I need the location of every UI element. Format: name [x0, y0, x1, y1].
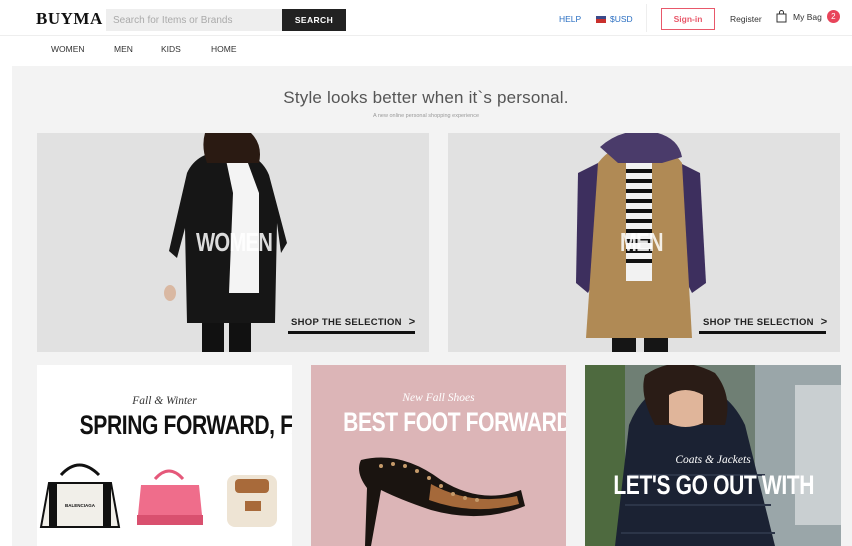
- my-bag-label: My Bag: [793, 11, 822, 22]
- category-nav: WOMEN MEN KIDS HOME: [0, 36, 852, 60]
- logo[interactable]: BUYMA: [36, 9, 103, 29]
- bags-image: BALENCIAGA: [39, 463, 277, 528]
- help-link[interactable]: HELP: [559, 14, 581, 24]
- nav-item-men[interactable]: MEN: [114, 44, 133, 54]
- fall-shoes-script: New Fall Shoes: [402, 392, 475, 404]
- chevron-right-icon: >: [820, 316, 828, 328]
- shoe-image: [359, 457, 525, 546]
- register-link[interactable]: Register: [730, 14, 762, 24]
- coats-headline-text: LET'S GO OUT WITH: [613, 470, 815, 500]
- men-shop-link[interactable]: SHOP THE SELECTION >: [703, 316, 827, 328]
- women-panel-label: WOMEN: [196, 227, 273, 257]
- search-button[interactable]: SEARCH: [282, 9, 346, 31]
- sign-in-button[interactable]: Sign-in: [661, 8, 715, 30]
- coats-script: Coats & Jackets: [675, 454, 751, 466]
- hero-tagline: Style looks better when it`s personal.: [283, 88, 569, 107]
- fall-shoes-headline: BEST FOOT FORWARD: [311, 407, 566, 438]
- fall-bag-script: Fall & Winter: [132, 395, 197, 407]
- women-shop-underline: [288, 331, 415, 334]
- shopping-bag-icon: [776, 10, 787, 23]
- men-panel-label: MEN: [620, 227, 664, 257]
- fall-bag-headline-text: SPRING FORWARD, FALL BAG: [79, 410, 292, 440]
- women-panel[interactable]: WOMEN SHOP THE SELECTION >: [37, 133, 429, 352]
- men-shop-underline: [699, 331, 826, 334]
- us-flag-icon: [596, 15, 606, 23]
- search-bar: SEARCH: [106, 9, 346, 31]
- women-shop-link[interactable]: SHOP THE SELECTION >: [291, 316, 415, 328]
- men-panel[interactable]: MEN SHOP THE SELECTION >: [448, 133, 840, 352]
- search-input[interactable]: [106, 9, 282, 31]
- nav-item-home[interactable]: HOME: [211, 44, 237, 54]
- currency-selector[interactable]: $USD: [596, 14, 633, 24]
- coats-headline: LET'S GO OUT WITH: [585, 470, 841, 501]
- nav-item-kids[interactable]: KIDS: [161, 44, 181, 54]
- bag-brand-text: BALENCIAGA: [65, 503, 96, 508]
- fall-shoes-headline-text: BEST FOOT FORWARD: [343, 407, 566, 437]
- nav-item-women[interactable]: WOMEN: [51, 44, 85, 54]
- men-shop-link-label: SHOP THE SELECTION: [703, 317, 814, 328]
- coats-tile[interactable]: Coats & Jackets LET'S GO OUT WITH: [585, 365, 841, 546]
- bag-count-badge: 2: [826, 10, 840, 23]
- hero-subtagline: A new online personal shopping experienc…: [372, 113, 480, 119]
- chevron-right-icon: >: [408, 316, 416, 328]
- fall-shoes-tile[interactable]: New Fall Shoes BEST FOOT FORWARD: [311, 365, 566, 546]
- fall-bag-headline: SPRING FORWARD, FALL BAG: [37, 410, 292, 441]
- header-divider: [646, 4, 647, 32]
- my-bag-button[interactable]: My Bag 2: [776, 10, 840, 23]
- fall-bag-tile[interactable]: Fall & Winter SPRING FORWARD, FALL BAG B…: [37, 365, 292, 546]
- women-shop-link-label: SHOP THE SELECTION: [291, 317, 402, 328]
- top-header: BUYMA SEARCH HELP $USD Sign-in Register …: [0, 0, 852, 36]
- currency-label: $USD: [610, 14, 633, 24]
